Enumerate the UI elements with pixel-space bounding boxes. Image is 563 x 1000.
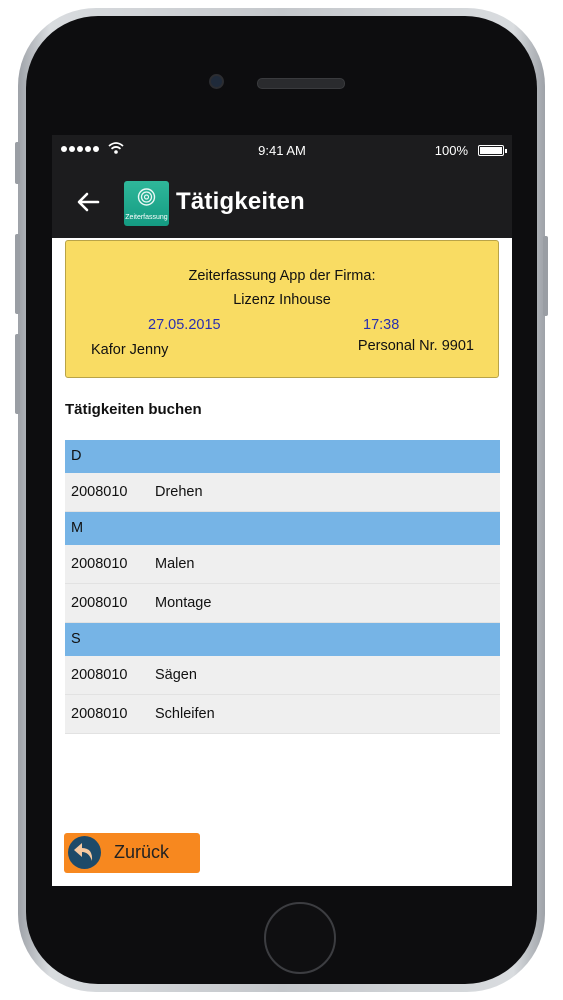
group-header-s: S [65, 623, 500, 656]
phone-screen: 9:41 AM 100% Zeiterfassung Tätigkeiten Z… [52, 135, 512, 886]
app-logo-text: Zeiterfassung [125, 214, 168, 221]
activity-name: Montage [155, 595, 212, 611]
activity-code: 2008010 [71, 484, 128, 500]
back-button[interactable]: Zurück [64, 833, 200, 873]
undo-icon [68, 836, 101, 869]
list-item[interactable]: 2008010 Drehen [65, 473, 500, 512]
group-header-m: M [65, 512, 500, 545]
app-logo: Zeiterfassung [124, 181, 169, 226]
activity-name: Schleifen [155, 706, 215, 722]
mute-switch [15, 142, 20, 184]
activity-code: 2008010 [71, 667, 128, 683]
info-card: Zeiterfassung App der Firma: Lizenz Inho… [65, 240, 499, 378]
list-item[interactable]: 2008010 Sägen [65, 656, 500, 695]
speaker-grille [257, 78, 345, 89]
section-title: Tätigkeiten buchen [65, 401, 202, 418]
home-button[interactable] [264, 902, 336, 974]
activity-code: 2008010 [71, 595, 128, 611]
status-bar: 9:41 AM 100% [52, 135, 512, 168]
app-bar: Zeiterfassung Tätigkeiten [52, 168, 512, 238]
activity-code: 2008010 [71, 556, 128, 572]
activity-name: Malen [155, 556, 195, 572]
activity-name: Sägen [155, 667, 197, 683]
page-title: Tätigkeiten [176, 188, 305, 215]
arrow-left-icon[interactable] [74, 188, 102, 216]
volume-down-button [15, 334, 20, 414]
activity-list: D 2008010 Drehen M 2008010 Malen 2008010… [65, 440, 500, 734]
list-item[interactable]: 2008010 Schleifen [65, 695, 500, 734]
back-button-label: Zurück [114, 842, 170, 862]
current-time: 17:38 [363, 317, 400, 333]
battery-icon [478, 145, 507, 156]
activity-name: Drehen [155, 484, 203, 500]
list-item[interactable]: 2008010 Malen [65, 545, 500, 584]
current-date: 27.05.2015 [148, 317, 221, 333]
front-camera [209, 74, 224, 89]
group-header-d: D [65, 440, 500, 473]
fingerprint-icon [137, 188, 156, 206]
personal-number: Personal Nr. 9901 [357, 338, 474, 354]
license-line: Lizenz Inhouse [233, 292, 331, 308]
battery-percent: 100% [434, 143, 468, 158]
employee-name: Kafor Jenny [91, 342, 169, 358]
company-line: Zeiterfassung App der Firma: [188, 268, 376, 284]
power-button [543, 236, 548, 316]
activity-code: 2008010 [71, 706, 128, 722]
list-item[interactable]: 2008010 Montage [65, 584, 500, 623]
volume-up-button [15, 234, 20, 314]
